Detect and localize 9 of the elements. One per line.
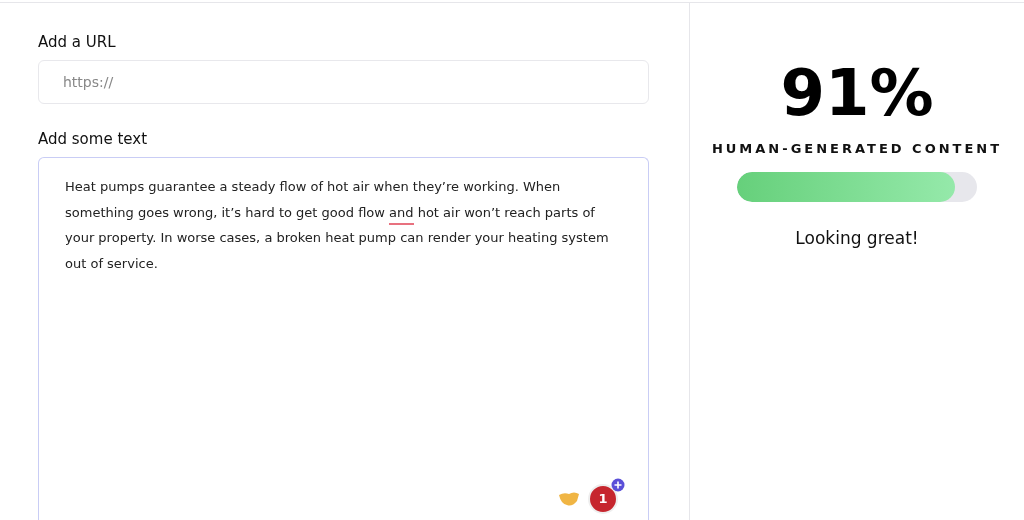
field-label: Add some text (38, 130, 148, 148)
field-label: Add a URL (38, 33, 117, 51)
score-caption: HUMAN-GENERATED CONTENT (711, 141, 1003, 156)
plus-icon[interactable] (611, 478, 625, 492)
verdict-text: Looking great! (795, 228, 919, 248)
text-input[interactable]: Heat pumps guarantee a steady flow of hot air when they’re working. When something goes wrong, it’s hard to get good flow and hot air won’t reach parts of your property. In worse cases, a broken heat pump can render your heating system out of service. 1 (38, 157, 649, 520)
notification-badge[interactable]: 1 (588, 484, 618, 514)
url-input[interactable]: https:// (38, 60, 649, 104)
score-value: 91% (780, 61, 934, 125)
